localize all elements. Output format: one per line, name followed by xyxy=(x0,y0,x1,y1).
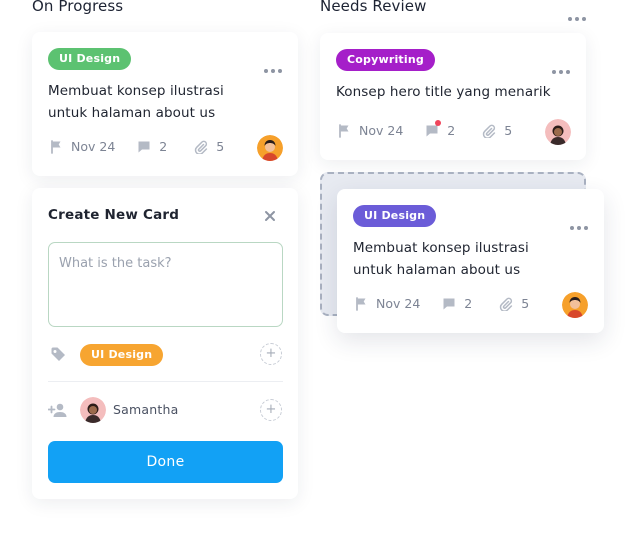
add-assignee-button[interactable]: + xyxy=(260,399,282,421)
tag-icon xyxy=(51,347,65,361)
card-date: Nov 24 xyxy=(355,296,420,311)
assignee-name: Samantha xyxy=(113,402,179,417)
card-tag: Copywriting xyxy=(336,49,435,71)
card-menu-button[interactable] xyxy=(264,58,282,77)
notification-dot xyxy=(435,120,442,126)
card-comments[interactable]: 2 xyxy=(137,139,167,154)
card-description: Membuat konsep ilustrasi untuk halaman a… xyxy=(353,237,529,281)
divider xyxy=(48,381,283,382)
card-attachments[interactable]: 5 xyxy=(482,123,512,138)
close-icon xyxy=(265,211,275,221)
card-comments[interactable]: 2 xyxy=(425,120,455,138)
card-menu-button[interactable] xyxy=(552,59,570,78)
flag-icon xyxy=(339,123,349,138)
more-dots-icon xyxy=(568,17,586,21)
card-tag: UI Design xyxy=(353,205,437,227)
card-attachments[interactable]: 5 xyxy=(194,139,224,154)
task-card[interactable]: Copywriting Konsep hero title yang menar… xyxy=(320,33,586,160)
card-description-line: untuk halaman about us xyxy=(353,262,521,278)
card-date: Nov 24 xyxy=(50,139,115,154)
more-dots-icon xyxy=(264,69,282,73)
card-description: Konsep hero title yang menarik xyxy=(336,81,551,103)
more-dots-icon xyxy=(552,70,570,74)
close-button[interactable] xyxy=(263,208,277,222)
task-card[interactable]: UI Design Membuat konsep ilustrasi untuk… xyxy=(32,32,298,176)
card-description-line: Konsep hero title yang menarik xyxy=(336,84,551,100)
card-date: Nov 24 xyxy=(338,123,403,138)
column-menu-button[interactable] xyxy=(568,6,588,21)
card-meta: Nov 24 2 5 xyxy=(338,120,512,138)
paperclip-icon xyxy=(500,297,513,311)
column-title-on-progress: On Progress xyxy=(32,0,124,15)
paperclip-icon xyxy=(195,140,208,154)
paperclip-icon xyxy=(483,124,496,138)
card-description-line: Membuat konsep ilustrasi xyxy=(48,83,224,99)
flag-icon xyxy=(356,296,366,311)
card-description-line: Membuat konsep ilustrasi xyxy=(353,240,529,256)
label-tag[interactable]: UI Design xyxy=(80,344,164,366)
card-description-line: untuk halaman about us xyxy=(48,105,216,121)
card-tag: UI Design xyxy=(48,48,132,70)
plus-icon: + xyxy=(265,346,277,361)
avatar[interactable] xyxy=(545,119,571,145)
comment-icon xyxy=(443,298,455,310)
card-meta: Nov 24 2 5 xyxy=(50,139,224,154)
create-card-title: Create New Card xyxy=(48,207,180,223)
assignee-avatar xyxy=(80,397,106,423)
flag-icon xyxy=(51,139,61,154)
card-comments[interactable]: 2 xyxy=(442,296,472,311)
column-title-needs-review: Needs Review xyxy=(320,0,427,15)
card-attachments[interactable]: 5 xyxy=(499,296,529,311)
card-meta: Nov 24 2 5 xyxy=(355,296,529,311)
plus-icon: + xyxy=(265,402,277,417)
comment-icon xyxy=(138,141,150,153)
done-button[interactable]: Done xyxy=(48,441,283,483)
card-description: Membuat konsep ilustrasi untuk halaman a… xyxy=(48,80,224,124)
task-input[interactable] xyxy=(48,242,283,327)
avatar[interactable] xyxy=(257,135,283,161)
card-menu-button[interactable] xyxy=(570,215,588,234)
add-user-icon xyxy=(48,403,67,417)
more-dots-icon xyxy=(570,226,588,230)
avatar[interactable] xyxy=(562,292,588,318)
task-card-dragging[interactable]: UI Design Membuat konsep ilustrasi untuk… xyxy=(337,189,604,333)
add-label-button[interactable]: + xyxy=(260,343,282,365)
